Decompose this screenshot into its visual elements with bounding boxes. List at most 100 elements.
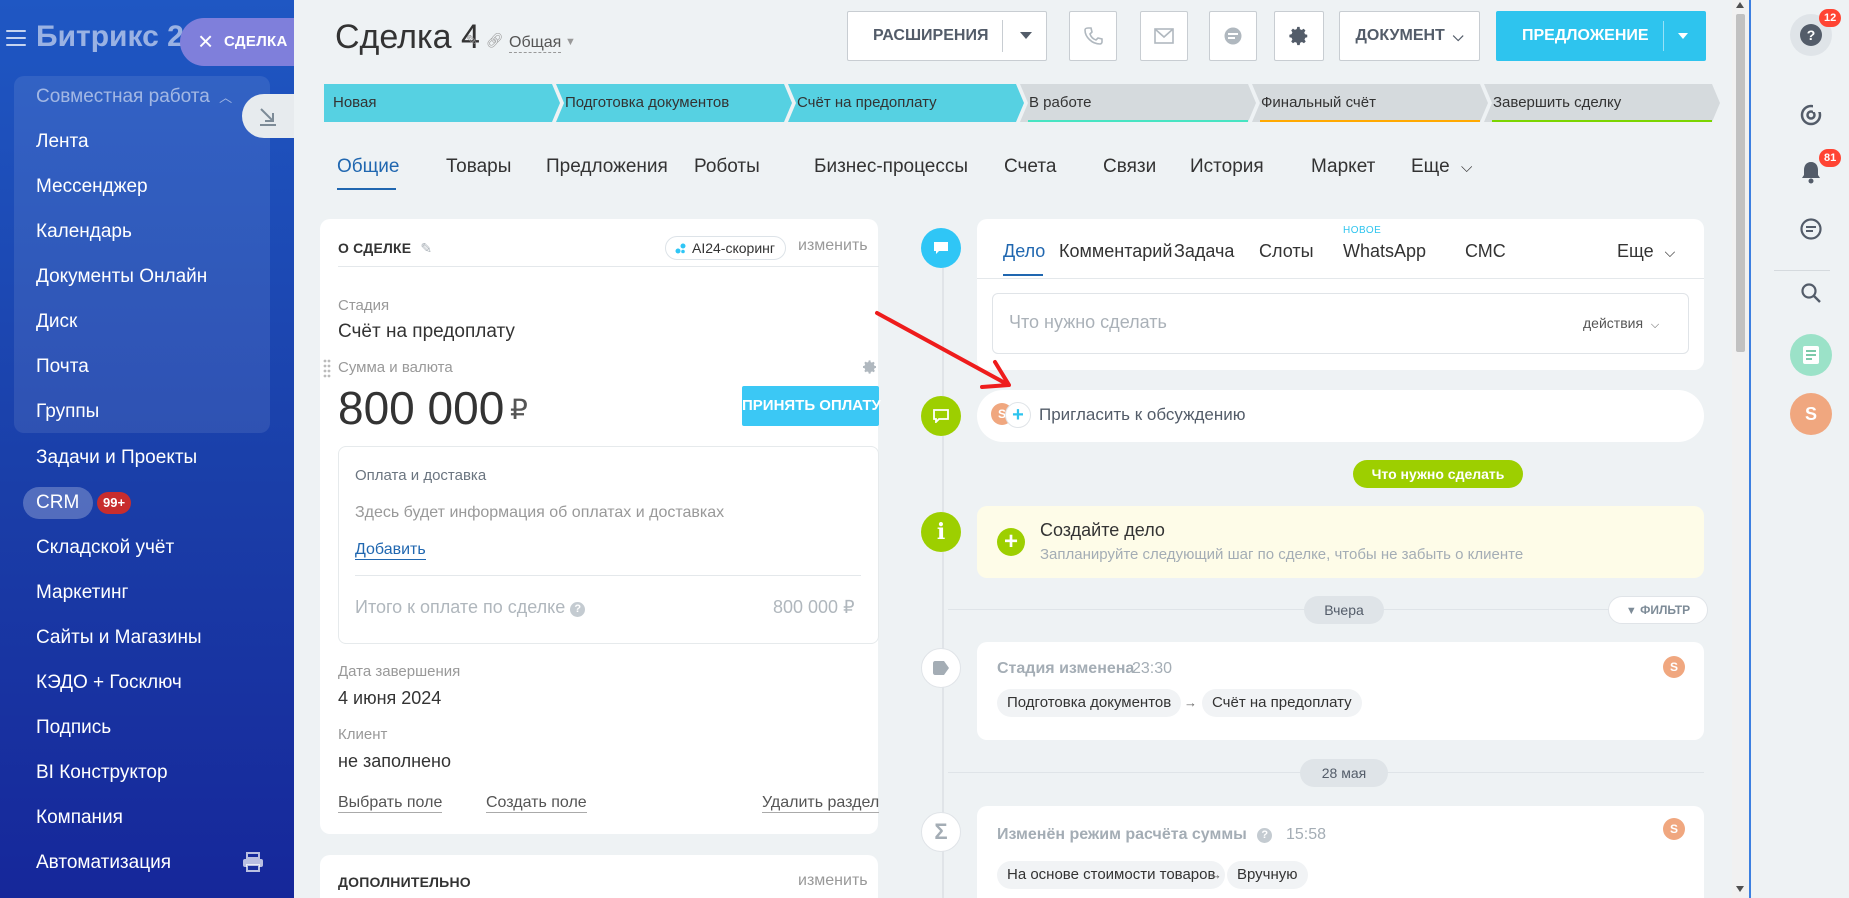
sidebar-item-mail[interactable]: Почта <box>36 356 89 378</box>
sidebar-item-feed[interactable]: Лента <box>36 131 89 153</box>
close-slider-button[interactable]: × СДЕЛКА <box>180 18 294 66</box>
plus-icon[interactable]: + <box>1005 402 1031 428</box>
tab-relations[interactable]: Связи <box>1103 156 1156 178</box>
filter-button[interactable]: ▼ ФИЛЬТР <box>1608 596 1708 624</box>
settings-button[interactable] <box>1274 11 1324 61</box>
stage-field-value[interactable]: Счёт на предоплату <box>338 321 515 343</box>
tab-general[interactable]: Общие <box>337 156 399 178</box>
sidebar-item-bi[interactable]: BI Конструктор <box>36 762 168 784</box>
chat-button[interactable] <box>1209 11 1257 61</box>
composer-tab-whatsapp[interactable]: WhatsApp <box>1343 241 1426 262</box>
sidebar-item-inventory[interactable]: Складской учёт <box>36 537 174 559</box>
tab-more[interactable]: Еще ⌵ <box>1411 156 1472 178</box>
extensions-button[interactable]: РАСШИРЕНИЯ <box>847 11 1047 61</box>
sidebar-item-messenger[interactable]: Мессенджер <box>36 176 148 198</box>
composer-tab-sms[interactable]: СМС <box>1465 241 1506 262</box>
question-icon[interactable]: ? <box>1257 828 1273 843</box>
client-value[interactable]: не заполнено <box>338 751 451 772</box>
accept-payment-button[interactable]: ПРИНЯТЬ ОПЛАТУ <box>742 386 881 426</box>
sidebar-item-sites[interactable]: Сайты и Магазины <box>36 627 202 649</box>
sidebar-group-title[interactable]: Совместная работа ︿ <box>36 86 232 108</box>
sidebar-item-automation[interactable]: Автоматизация <box>36 852 171 874</box>
user-avatar[interactable]: S <box>1790 393 1832 435</box>
vertical-scrollbar[interactable] <box>1732 0 1749 898</box>
add-icon[interactable]: + <box>997 528 1025 556</box>
ai-scoring-button[interactable]: AI24-скоринг <box>665 236 786 260</box>
drag-handle-icon[interactable] <box>323 359 331 379</box>
divider <box>1002 20 1003 52</box>
sidebar-item-kedo[interactable]: КЭДО + Госключ <box>36 672 182 694</box>
scrollbar-thumb[interactable] <box>1736 14 1745 352</box>
messages-button[interactable] <box>1790 208 1832 250</box>
email-button[interactable] <box>1140 11 1188 61</box>
app-button[interactable] <box>1790 334 1832 376</box>
composer-tab-comment[interactable]: Комментарий <box>1059 241 1172 262</box>
composer-tab-todo[interactable]: Дело <box>1003 241 1045 262</box>
composer-tab-task[interactable]: Задача <box>1174 241 1234 262</box>
stage-prepayment[interactable]: Счёт на предоплату <box>788 84 937 122</box>
menu-icon[interactable] <box>6 30 26 46</box>
tab-invoices[interactable]: Счета <box>1004 156 1056 178</box>
stage-final-invoice[interactable]: Финальный счёт <box>1252 84 1376 122</box>
add-payment-link[interactable]: Добавить <box>355 541 426 560</box>
stage-new[interactable]: Новая <box>324 84 376 122</box>
invite-discussion[interactable]: S + Пригласить к обсуждению <box>977 390 1704 442</box>
printer-icon[interactable] <box>242 852 264 872</box>
tab-offers[interactable]: Предложения <box>546 156 668 178</box>
offer-label: ПРЕДЛОЖЕНИЕ <box>1522 27 1649 44</box>
tab-history[interactable]: История <box>1190 156 1264 178</box>
sidebar-item-drive[interactable]: Диск <box>36 311 77 333</box>
todo-input[interactable] <box>1009 312 1489 333</box>
sidebar-item-company[interactable]: Компания <box>36 807 123 829</box>
actions-dropdown[interactable]: действия ⌵ <box>1583 315 1659 332</box>
stage-in-work[interactable]: В работе <box>1020 84 1092 122</box>
logo[interactable]: Битрикс 24 <box>36 20 200 54</box>
tab-bizproc[interactable]: Бизнес-процессы <box>814 156 968 178</box>
avatar[interactable]: S <box>1663 656 1685 678</box>
search-button[interactable] <box>1790 272 1832 314</box>
close-date-label: Дата завершения <box>338 663 461 680</box>
link-icon[interactable]: 🔗︎ <box>486 32 504 48</box>
sidebar-item-documents[interactable]: Документы Онлайн <box>36 266 207 288</box>
composer-tab-more[interactable]: Еще ⌵ <box>1617 241 1675 262</box>
create-field-link[interactable]: Создать поле <box>486 794 587 813</box>
pencil-icon[interactable]: ✎ <box>420 240 432 256</box>
question-icon: ? <box>1800 24 1822 46</box>
stage-finish[interactable]: Завершить сделку <box>1484 84 1621 122</box>
dropdown-caret-icon[interactable] <box>1678 33 1688 39</box>
sidebar-item-tasks[interactable]: Задачи и Проекты <box>36 447 197 469</box>
sidebar-item-groups[interactable]: Группы <box>36 401 99 423</box>
document-button[interactable]: ДОКУМЕНТ ⌵ <box>1339 11 1480 61</box>
close-date-value[interactable]: 4 июня 2024 <box>338 688 441 709</box>
scroll-down-arrow-icon[interactable] <box>1736 886 1744 892</box>
scroll-up-arrow-icon[interactable] <box>1736 2 1744 8</box>
extensions-label: РАСШИРЕНИЯ <box>873 27 989 44</box>
delete-section-link[interactable]: Удалить раздел <box>762 794 880 813</box>
sync-button[interactable] <box>1790 94 1832 136</box>
change-link[interactable]: изменить <box>798 237 868 255</box>
tab-market[interactable]: Маркет <box>1311 156 1375 178</box>
select-field-link[interactable]: Выбрать поле <box>338 794 443 813</box>
change-link[interactable]: изменить <box>798 872 868 890</box>
call-button[interactable] <box>1069 11 1117 61</box>
composer-tab-slots[interactable]: Слоты <box>1259 241 1314 262</box>
tab-more-label: Еще <box>1411 156 1450 177</box>
stage-documents[interactable]: Подготовка документов <box>556 84 729 122</box>
amount-value[interactable]: 800 000 <box>338 381 504 435</box>
chevron-down-icon: ⌵ <box>1650 319 1660 331</box>
sidebar-item-sign[interactable]: Подпись <box>36 717 111 739</box>
avatar[interactable]: S <box>1663 818 1685 840</box>
minimize-slider-button[interactable] <box>242 94 294 138</box>
question-icon[interactable]: ? <box>570 602 586 617</box>
sidebar-item-calendar[interactable]: Календарь <box>36 221 132 243</box>
divider <box>355 575 861 576</box>
dropdown-caret-icon[interactable] <box>1020 32 1032 39</box>
sidebar-item-marketing[interactable]: Маркетинг <box>36 582 128 604</box>
tab-products[interactable]: Товары <box>446 156 511 178</box>
tab-robots[interactable]: Роботы <box>694 156 760 178</box>
create-task-hint[interactable]: + Создайте дело Запланируйте следующий ш… <box>977 506 1704 578</box>
offer-button[interactable]: ПРЕДЛОЖЕНИЕ <box>1496 11 1706 61</box>
category-selector[interactable]: Общая <box>509 34 562 53</box>
sidebar-item-crm[interactable]: CRM <box>36 492 79 514</box>
pencil-icon[interactable]: ✎ <box>466 32 478 48</box>
